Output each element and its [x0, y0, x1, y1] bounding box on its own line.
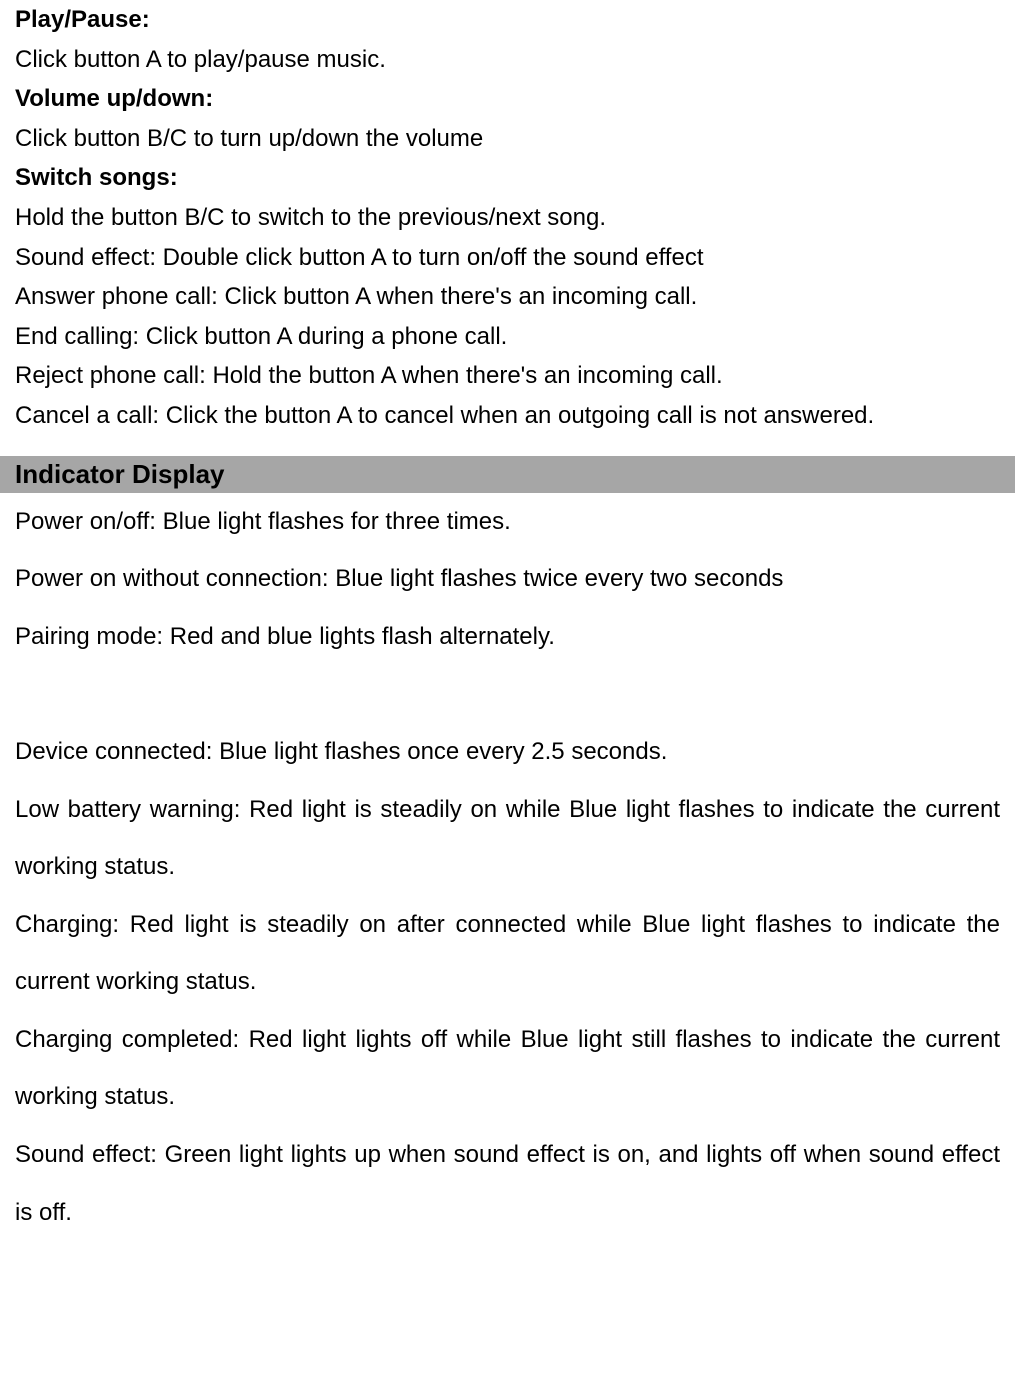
low-battery-text: Low battery warning: Red light is steadi… [15, 781, 1000, 896]
charging-text: Charging: Red light is steadily on after… [15, 896, 1000, 1011]
spacer [15, 436, 1000, 456]
blank-line [15, 665, 1000, 723]
indicator-display-heading: Indicator Display [0, 456, 1015, 493]
charging-complete-text: Charging completed: Red light lights off… [15, 1011, 1000, 1126]
device-connected-text: Device connected: Blue light flashes onc… [15, 723, 1000, 781]
indicator-display-section: Power on/off: Blue light flashes for thr… [15, 493, 1000, 1242]
switch-songs-text: Hold the button B/C to switch to the pre… [15, 198, 1000, 238]
switch-songs-heading: Switch songs: [15, 158, 1000, 198]
power-on-off-text: Power on/off: Blue light flashes for thr… [15, 493, 1000, 551]
volume-heading: Volume up/down: [15, 79, 1000, 119]
controls-section: Play/Pause: Click button A to play/pause… [15, 0, 1000, 436]
sound-effect-indicator-text: Sound effect: Green light lights up when… [15, 1126, 1000, 1241]
pairing-mode-text: Pairing mode: Red and blue lights flash … [15, 608, 1000, 666]
reject-call-text: Reject phone call: Hold the button A whe… [15, 356, 1000, 396]
play-pause-heading: Play/Pause: [15, 0, 1000, 40]
power-on-no-conn-text: Power on without connection: Blue light … [15, 550, 1000, 608]
sound-effect-text: Sound effect: Double click button A to t… [15, 238, 1000, 278]
volume-text: Click button B/C to turn up/down the vol… [15, 119, 1000, 159]
cancel-call-text: Cancel a call: Click the button A to can… [15, 396, 1000, 436]
answer-call-text: Answer phone call: Click button A when t… [15, 277, 1000, 317]
end-call-text: End calling: Click button A during a pho… [15, 317, 1000, 357]
play-pause-text: Click button A to play/pause music. [15, 40, 1000, 80]
